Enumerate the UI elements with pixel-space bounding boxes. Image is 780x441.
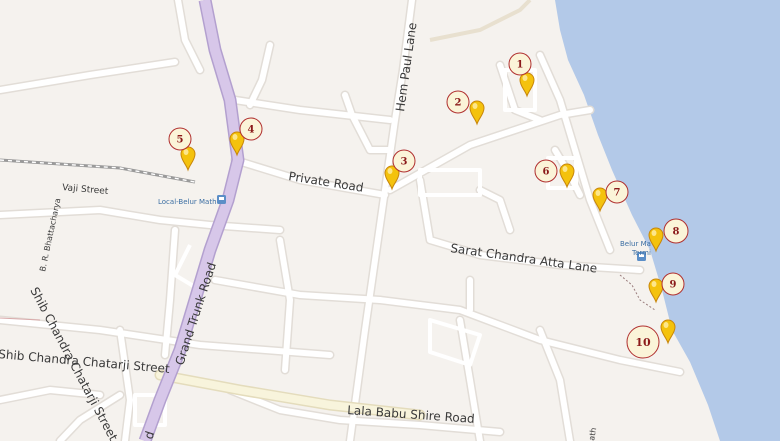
marker-number-label: 6: [543, 167, 550, 178]
map-pin-highlight: [232, 134, 238, 140]
marker-layer: 1 2 3 4 5 6 7 8 9 10: [168, 52, 689, 359]
map-canvas[interactable]: Hem Paul Lane Private Road Vaji Street G…: [0, 0, 780, 441]
marker-number-label: 3: [401, 157, 408, 168]
poi-marker-6[interactable]: 6: [534, 159, 575, 189]
poi-marker-1[interactable]: 1: [508, 52, 535, 98]
poi-marker-3[interactable]: 3: [384, 149, 416, 191]
map-pin-highlight: [387, 168, 393, 174]
map-pin-highlight: [651, 230, 657, 236]
map-pin-highlight: [522, 75, 528, 81]
poi-marker-5[interactable]: 5: [168, 127, 196, 172]
marker-number-label: 10: [635, 336, 651, 349]
map-pin-highlight: [651, 281, 657, 287]
marker-number-label: 8: [673, 227, 680, 238]
poi-marker-4[interactable]: 4: [229, 117, 263, 157]
marker-number-label: 5: [177, 135, 184, 146]
map-pin-highlight: [183, 149, 189, 155]
poi-marker-10[interactable]: 10: [626, 319, 676, 359]
poi-marker-8[interactable]: 8: [648, 218, 689, 253]
map-pin-highlight: [472, 103, 478, 109]
marker-number-label: 9: [670, 280, 677, 291]
poi-marker-7[interactable]: 7: [592, 180, 629, 213]
marker-number-label: 1: [517, 60, 524, 71]
marker-number-label: 4: [248, 125, 255, 136]
poi-marker-2[interactable]: 2: [446, 90, 485, 126]
map-pin-highlight: [663, 322, 669, 328]
marker-number-label: 7: [614, 188, 621, 199]
map-pin-highlight: [595, 190, 601, 196]
map-pin-highlight: [562, 166, 568, 172]
marker-number-label: 2: [455, 98, 462, 109]
poi-marker-9[interactable]: 9: [648, 272, 685, 304]
